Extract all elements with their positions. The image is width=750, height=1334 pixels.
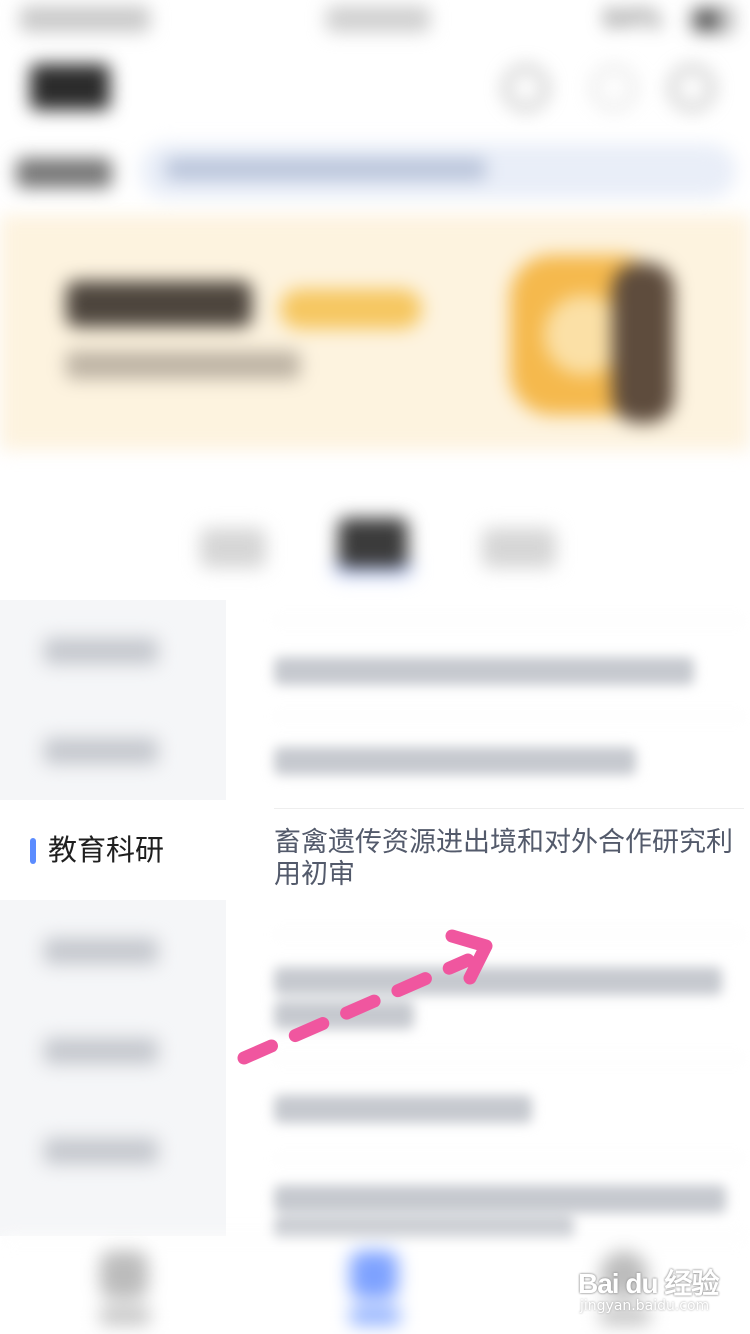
carrier-info <box>20 6 150 32</box>
annotation-arrow-icon <box>237 929 493 1065</box>
services-tab-label[interactable] <box>350 1307 400 1325</box>
watermark-brand: Bai du 经验 <box>578 1268 719 1299</box>
sidebar-item-label <box>44 738 158 764</box>
list-item-title: 畜禽遗传资源进出境和对外合作研究利用初审 <box>274 827 733 890</box>
sidebar-item[interactable] <box>0 600 226 700</box>
sidebar-item-label <box>44 1138 158 1164</box>
service-icon[interactable] <box>504 66 548 110</box>
watermark: Bai du 经验 jingyan.baidu.com <box>578 1262 738 1322</box>
active-indicator <box>30 838 36 864</box>
sidebar-item-label: 教育科研 <box>48 833 165 867</box>
battery-icon <box>692 8 732 32</box>
tab-left[interactable] <box>200 528 266 568</box>
sidebar: 教育科研 <box>0 600 226 1236</box>
list-item[interactable] <box>274 716 744 808</box>
tab-active[interactable] <box>338 518 408 568</box>
list-item-title <box>274 657 694 685</box>
sidebar-item[interactable] <box>0 700 226 800</box>
search-input[interactable] <box>140 144 736 198</box>
banner-title <box>66 281 252 327</box>
location-selector[interactable] <box>16 158 112 188</box>
message-icon[interactable] <box>592 66 636 110</box>
clock <box>326 6 430 32</box>
sidebar-item[interactable] <box>0 900 226 1000</box>
home-tab-label[interactable] <box>100 1307 150 1325</box>
search-row <box>0 140 750 204</box>
sidebar-item[interactable] <box>0 1100 226 1200</box>
category-tabs <box>0 500 750 590</box>
status-bar: 64% <box>0 0 750 44</box>
sidebar-item-label <box>44 938 158 964</box>
search-placeholder <box>166 158 486 180</box>
app-logo <box>30 64 110 110</box>
list-item[interactable] <box>274 620 744 716</box>
list-item-livestock-genetic-resources[interactable]: 畜禽遗传资源进出境和对外合作研究利用初审 <box>274 808 744 934</box>
sidebar-item[interactable] <box>0 1000 226 1100</box>
banner-subtitle <box>66 351 300 379</box>
sidebar-item-label <box>44 1038 158 1064</box>
banner-button[interactable] <box>280 289 422 329</box>
more-icon[interactable] <box>670 66 714 110</box>
promo-banner[interactable] <box>0 215 750 450</box>
tab-right[interactable] <box>482 528 556 568</box>
battery-percent: 64% <box>604 4 662 34</box>
sidebar-item-education-research[interactable]: 教育科研 <box>0 800 226 900</box>
home-icon[interactable] <box>100 1251 148 1299</box>
list-item-title <box>274 1095 532 1123</box>
person-illustration <box>612 263 674 423</box>
sidebar-item-label <box>44 638 158 664</box>
app-header <box>0 50 750 120</box>
services-icon[interactable] <box>350 1251 398 1299</box>
list-item-title <box>274 1185 726 1213</box>
list-item[interactable] <box>274 1158 744 1245</box>
watermark-url: jingyan.baidu.com <box>580 1298 710 1314</box>
list-item-title <box>274 747 636 775</box>
